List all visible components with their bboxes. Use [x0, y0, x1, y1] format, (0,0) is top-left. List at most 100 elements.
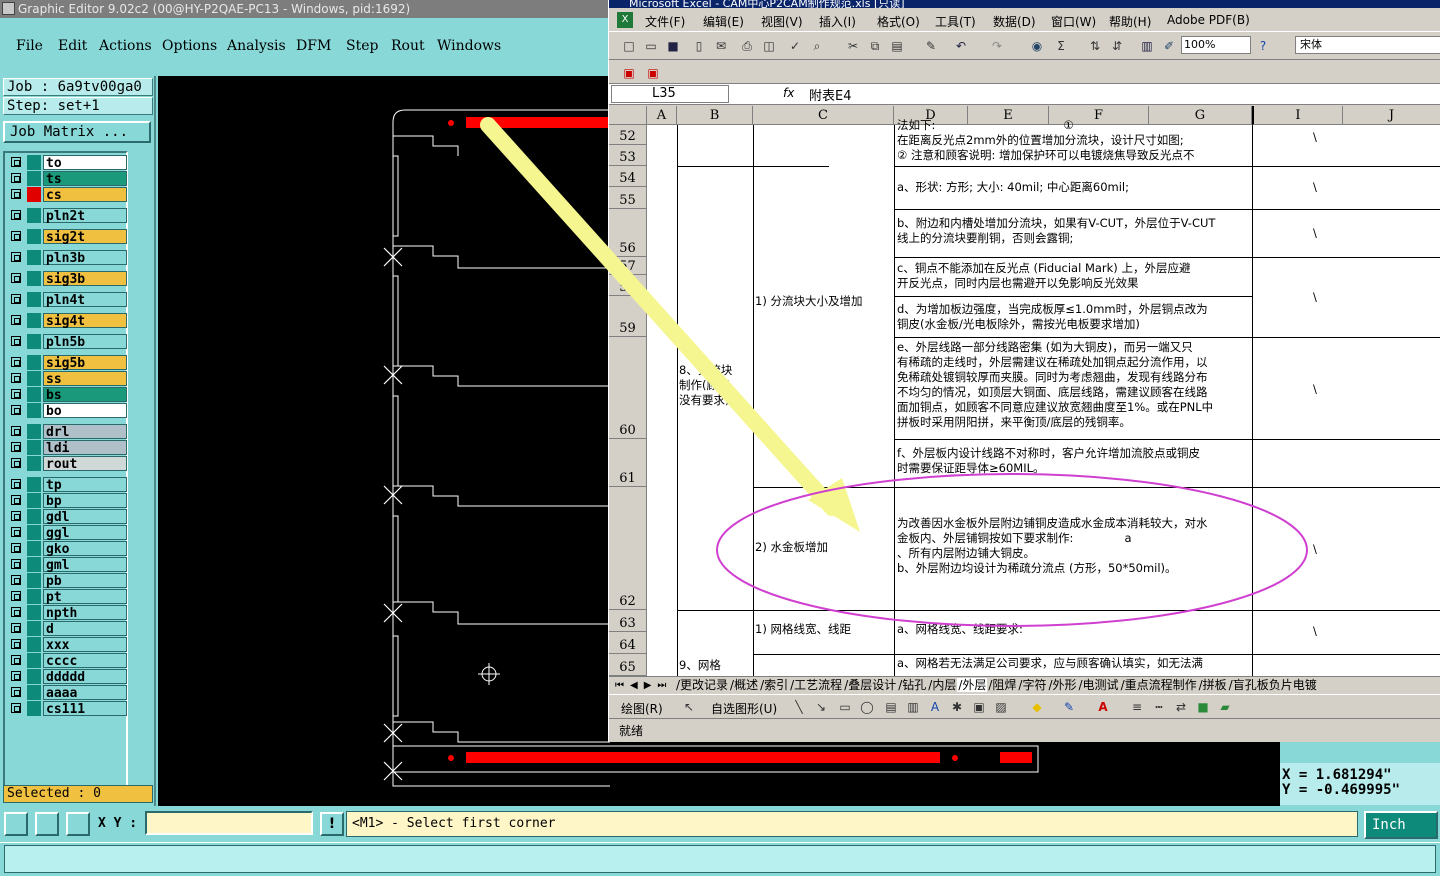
permission-icon[interactable]: ▯ [691, 38, 707, 54]
layer-name[interactable]: pln5b [43, 334, 127, 350]
layer-checkbox[interactable] [11, 173, 21, 183]
sheet-tab[interactable]: /内层 [927, 678, 957, 692]
menu-dfm[interactable]: DFM [296, 38, 331, 54]
research-icon[interactable]: ⌕ [809, 38, 825, 54]
layer-name[interactable]: ldi [43, 440, 127, 456]
fx-icon[interactable]: fx [783, 86, 794, 100]
layer-checkbox[interactable] [11, 426, 21, 436]
grid-icon[interactable] [66, 812, 90, 836]
layer-checkbox[interactable] [11, 189, 21, 199]
layer-checkbox[interactable] [11, 607, 21, 617]
cell-i62[interactable]: \ [1313, 542, 1325, 557]
layer-checkbox[interactable] [11, 405, 21, 415]
layer-checkbox[interactable] [11, 373, 21, 383]
cell-d61[interactable]: f、外层板内设计线路不对称时，客户允许增加流胶点或铜皮 时需要保证距导体≥60M… [897, 446, 1249, 478]
layer-name[interactable]: drl [43, 424, 127, 440]
row-header[interactable]: 60 [609, 337, 647, 439]
layer-checkbox[interactable] [11, 527, 21, 537]
layer-name[interactable]: tp [43, 477, 127, 493]
menu-rout[interactable]: Rout [391, 38, 425, 54]
layer-checkbox[interactable] [11, 639, 21, 649]
measure-icon[interactable] [35, 812, 59, 836]
drawing-icon[interactable]: ✐ [1161, 38, 1177, 54]
menu-edit[interactable]: Edit [58, 38, 87, 54]
layer-color-swatch[interactable] [27, 573, 41, 588]
cell-d54[interactable]: a、形状: 方形; 大小: 40mil; 中心距离60mil; [897, 180, 1249, 196]
email-icon[interactable]: ✉ [713, 38, 729, 54]
sheet-tab[interactable]: /拼板 [1198, 678, 1228, 692]
layer-color-swatch[interactable] [27, 621, 41, 636]
cell-i60[interactable]: \ [1313, 382, 1325, 397]
menu-options[interactable]: Options [162, 38, 217, 54]
layer-name[interactable]: pln4t [43, 292, 127, 308]
select-objects-icon[interactable]: ↖ [681, 699, 697, 715]
layer-name[interactable]: to [43, 155, 127, 171]
layer-color-swatch[interactable] [27, 637, 41, 652]
worksheet-grid[interactable]: A B C D E F G I J 52 53 54 55 56 57 58 5… [609, 106, 1440, 676]
rectangle-icon[interactable]: ▭ [837, 699, 853, 715]
xl-menu-adobe-pdf[interactable]: Adobe PDF(B) [1167, 13, 1250, 27]
layer-name[interactable]: sig5b [43, 355, 127, 371]
layer-checkbox[interactable] [11, 273, 21, 283]
zoom-select[interactable]: 100% [1181, 36, 1251, 54]
col-header-a[interactable]: A [647, 106, 677, 125]
sheet-tab[interactable]: /电测试 [1078, 678, 1120, 692]
layer-name[interactable]: sig3b [43, 271, 127, 287]
info-icon[interactable]: ! [320, 812, 344, 836]
cell-b60[interactable]: 8、分流块 制作(顾客 没有要求) [679, 363, 751, 411]
sheet-tab[interactable]: /外层 [957, 678, 988, 692]
dash-style-icon[interactable]: ┅ [1151, 699, 1167, 715]
new-icon[interactable]: □ [621, 38, 637, 54]
row-header[interactable]: 56 [609, 209, 647, 257]
layer-checkbox[interactable] [11, 591, 21, 601]
select-all-corner[interactable] [609, 106, 647, 125]
sheet-tab[interactable]: /索引 [759, 678, 789, 692]
autoshapes-menu[interactable]: 自选图形(U) [711, 700, 777, 717]
tab-scroll-icons[interactable]: ⏮◀▶⏭ [615, 677, 672, 694]
xl-menu-format[interactable]: 格式(O) [877, 13, 920, 30]
row-header[interactable]: 55 [609, 187, 647, 209]
row-header[interactable]: 57 [609, 257, 647, 275]
sheet-tab[interactable]: /重点流程制作 [1120, 678, 1198, 692]
formula-input[interactable]: 附表E4 [809, 85, 852, 104]
sheet-tab[interactable]: /叠层设计 [843, 678, 897, 692]
layer-color-swatch[interactable] [27, 589, 41, 604]
layer-color-swatch[interactable] [27, 424, 41, 439]
layer-checkbox[interactable] [11, 559, 21, 569]
layer-checkbox[interactable] [11, 442, 21, 452]
layer-checkbox[interactable] [11, 231, 21, 241]
xl-menu-file[interactable]: 文件(F) [645, 13, 685, 30]
sheet-tab[interactable]: /字符 [1017, 678, 1047, 692]
menu-file[interactable]: File [16, 38, 43, 54]
row-header[interactable]: 58 [609, 275, 647, 296]
layer-checkbox[interactable] [11, 458, 21, 468]
layer-name[interactable]: ggl [43, 525, 127, 541]
layer-name[interactable]: gdl [43, 509, 127, 525]
oval-icon[interactable]: ◯ [859, 699, 875, 715]
xl-menu-data[interactable]: 数据(D) [993, 13, 1036, 30]
hyperlink-icon[interactable]: ◉ [1029, 38, 1045, 54]
cell-i54[interactable]: \ [1313, 180, 1325, 195]
layer-name[interactable]: pt [43, 589, 127, 605]
layer-color-swatch[interactable] [27, 355, 41, 370]
layer-checkbox[interactable] [11, 252, 21, 262]
undo-icon[interactable]: ↶ [953, 38, 969, 54]
layer-name[interactable]: ss [43, 371, 127, 387]
layer-checkbox[interactable] [11, 294, 21, 304]
line-style-icon[interactable]: ≡ [1129, 699, 1145, 715]
layer-color-swatch[interactable] [27, 477, 41, 492]
layer-checkbox[interactable] [11, 157, 21, 167]
cell-d56[interactable]: b、附边和内槽处增加分流块，如果有V-CUT，外层位于V-CUT 线上的分流块要… [897, 216, 1249, 248]
save-icon[interactable]: ■ [665, 38, 681, 54]
layer-color-swatch[interactable] [27, 509, 41, 524]
layer-name[interactable]: ddddd [43, 669, 127, 685]
font-select[interactable]: 宋体 [1295, 36, 1440, 54]
layer-color-swatch[interactable] [27, 155, 41, 170]
draw-menu[interactable]: 绘图(R) [621, 700, 663, 717]
layer-color-swatch[interactable] [27, 541, 41, 556]
col-header-j[interactable]: J [1343, 106, 1440, 125]
diagram-icon[interactable]: ✱ [949, 699, 965, 715]
layer-name[interactable]: gml [43, 557, 127, 573]
sheet-tab[interactable]: /盲孔板负片电镀 [1228, 678, 1318, 692]
clipart-icon[interactable]: ▣ [971, 699, 987, 715]
